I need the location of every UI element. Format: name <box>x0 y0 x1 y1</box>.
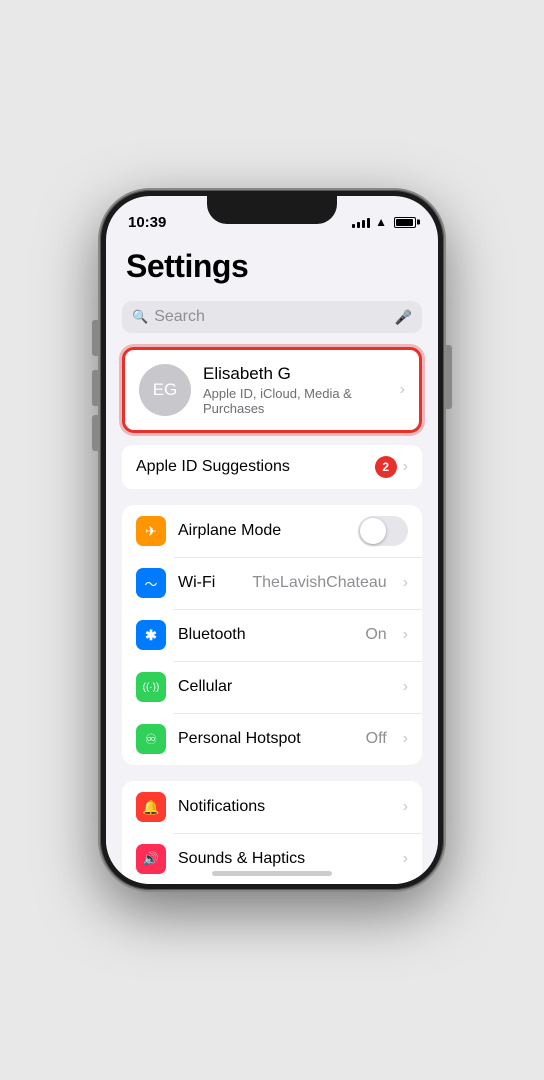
phone-frame: 10:39 ▲ Settings � <box>100 190 444 890</box>
toggle-knob <box>360 518 386 544</box>
bluetooth-icon-wrap: ✱ <box>136 620 166 650</box>
home-indicator <box>212 871 332 876</box>
hotspot-icon-wrap: ♾ <box>136 724 166 754</box>
page-header: Settings <box>106 240 438 295</box>
screen-content[interactable]: Settings 🔍 Search 🎤 EG Elisabeth G Apple… <box>106 240 438 884</box>
page-title: Settings <box>126 248 418 285</box>
notifications-group: 🔔 Notifications › 🔊 Sounds & Haptics › <box>122 781 422 884</box>
chevron-right-icon: › <box>403 678 408 696</box>
sounds-row[interactable]: 🔊 Sounds & Haptics › <box>122 833 422 884</box>
cellular-row[interactable]: ((·)) Cellular › <box>122 661 422 713</box>
profile-info: Elisabeth G Apple ID, iCloud, Media & Pu… <box>203 364 388 416</box>
bluetooth-label: Bluetooth <box>178 626 353 644</box>
cellular-icon: ((·)) <box>143 682 160 693</box>
sounds-label: Sounds & Haptics <box>178 850 391 868</box>
bluetooth-value: On <box>365 626 386 644</box>
wifi-icon: ▲ <box>375 215 387 229</box>
notifications-icon-wrap: 🔔 <box>136 792 166 822</box>
chevron-right-icon: › <box>403 626 408 644</box>
airplane-mode-icon: ✈ <box>145 523 157 540</box>
chevron-right-icon: › <box>403 850 408 868</box>
battery-icon <box>394 217 416 228</box>
mic-icon[interactable]: 🎤 <box>395 309 412 326</box>
search-icon: 🔍 <box>132 309 148 325</box>
suggestions-badge: 2 <box>375 456 397 478</box>
bluetooth-icon: ✱ <box>145 627 157 644</box>
cellular-label: Cellular <box>178 678 391 696</box>
suggestions-label: Apple ID Suggestions <box>136 458 375 476</box>
search-placeholder: Search <box>154 308 388 326</box>
chevron-right-icon: › <box>403 574 408 592</box>
bluetooth-row[interactable]: ✱ Bluetooth On › <box>122 609 422 661</box>
wifi-row[interactable]: 〜 Wi-Fi TheLavishChateau › <box>122 557 422 609</box>
notifications-label: Notifications <box>178 798 391 816</box>
chevron-right-icon: › <box>403 730 408 748</box>
search-bar[interactable]: 🔍 Search 🎤 <box>122 301 422 333</box>
apple-id-suggestions-row[interactable]: Apple ID Suggestions 2 › <box>122 445 422 489</box>
cellular-icon-wrap: ((·)) <box>136 672 166 702</box>
hotspot-icon: ♾ <box>145 731 158 748</box>
hotspot-value: Off <box>366 730 387 748</box>
wifi-label: Wi-Fi <box>178 574 240 592</box>
sounds-icon-wrap: 🔊 <box>136 844 166 874</box>
status-icons: ▲ <box>352 215 416 229</box>
personal-hotspot-row[interactable]: ♾ Personal Hotspot Off › <box>122 713 422 765</box>
avatar: EG <box>139 364 191 416</box>
wifi-settings-icon: 〜 <box>144 574 157 593</box>
profile-subtitle: Apple ID, iCloud, Media & Purchases <box>203 386 388 416</box>
sounds-icon: 🔊 <box>143 851 159 867</box>
connectivity-group: ✈ Airplane Mode 〜 Wi-Fi TheLavishChateau… <box>122 505 422 765</box>
airplane-mode-icon-wrap: ✈ <box>136 516 166 546</box>
notifications-icon: 🔔 <box>142 799 159 816</box>
profile-card[interactable]: EG Elisabeth G Apple ID, iCloud, Media &… <box>122 347 422 433</box>
status-time: 10:39 <box>128 214 166 231</box>
notifications-row[interactable]: 🔔 Notifications › <box>122 781 422 833</box>
airplane-mode-toggle[interactable] <box>358 516 408 546</box>
airplane-mode-row[interactable]: ✈ Airplane Mode <box>122 505 422 557</box>
chevron-right-icon: › <box>400 381 405 399</box>
signal-icon <box>352 216 370 228</box>
wifi-value: TheLavishChateau <box>252 574 386 592</box>
wifi-icon-wrap: 〜 <box>136 568 166 598</box>
profile-name: Elisabeth G <box>203 364 388 384</box>
airplane-mode-label: Airplane Mode <box>178 522 346 540</box>
hotspot-label: Personal Hotspot <box>178 730 354 748</box>
notch <box>207 196 337 224</box>
chevron-right-icon: › <box>403 798 408 816</box>
phone-screen: 10:39 ▲ Settings � <box>106 196 438 884</box>
chevron-right-icon: › <box>403 458 408 476</box>
